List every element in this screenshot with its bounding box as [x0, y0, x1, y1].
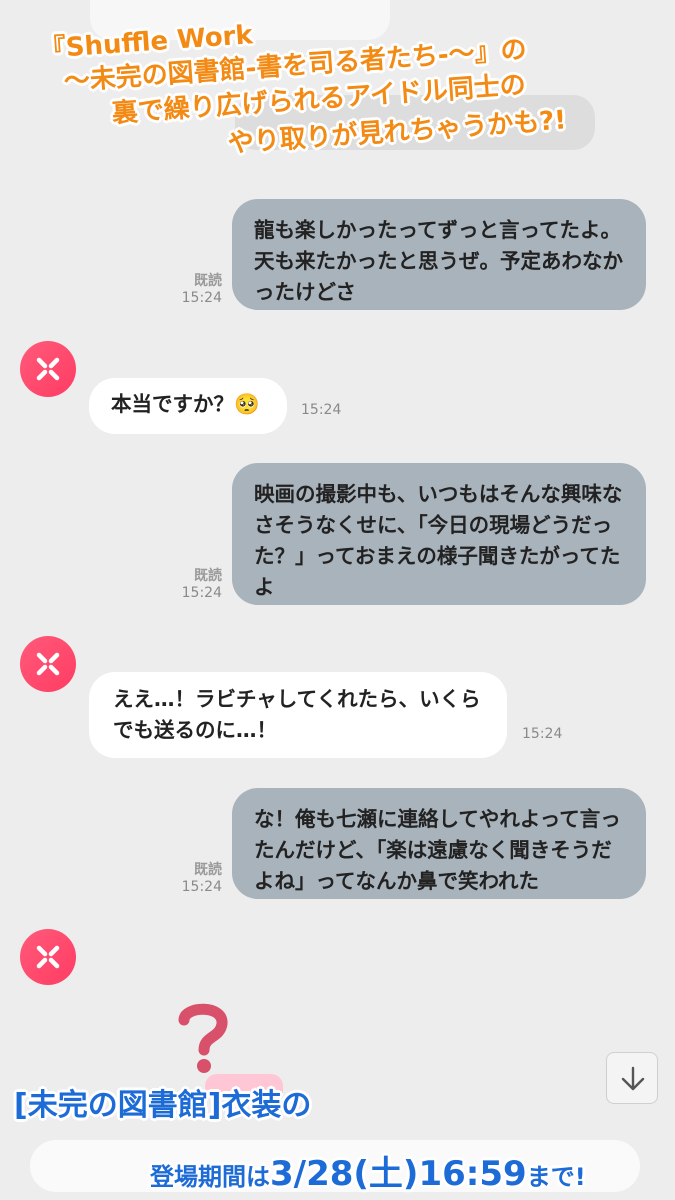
message-text-line: 龍も楽しかったってずっと言ってたよ。 [254, 218, 621, 242]
read-receipt: 既読 [194, 862, 222, 878]
contact-avatar[interactable] [20, 929, 76, 985]
message-meta: 既読 15:24 [172, 568, 222, 602]
read-receipt: 既読 [194, 273, 222, 289]
message-text-line: よね」ってなんか鼻で笑われた [254, 869, 539, 893]
message-text-line: な！俺も七瀬に連絡してやれよって言っ [254, 807, 621, 831]
message-text-line: 本当ですか？🥺 [111, 392, 260, 416]
read-receipt: 既読 [194, 568, 222, 584]
promo-footer-line: [未完の図書館]衣装の [14, 1088, 312, 1123]
sprite-badge-icon [36, 357, 60, 381]
message-time: 15:24 [181, 879, 222, 895]
message-time: 15:24 [301, 402, 342, 418]
message-meta: 既読 15:24 [172, 862, 222, 896]
message-text-line: たんだけど、「楽は遠慮なく聞きそうだ [254, 838, 612, 862]
message-time: 15:24 [181, 290, 222, 306]
outgoing-message-bubble[interactable]: な！俺も七瀬に連絡してやれよって言っ たんだけど、「楽は遠慮なく聞きそうだ よね… [232, 788, 646, 899]
promo-footer-line: 登場期間は3/28(土)16:59まで! [150, 1146, 586, 1195]
message-time: 15:24 [522, 726, 563, 742]
message-text-line: でも送るのに…！ [113, 718, 277, 742]
question-mark-icon [178, 1003, 228, 1073]
scroll-to-bottom-button[interactable] [606, 1052, 658, 1104]
promo-footer-date: 3/28(土)16:59 [270, 1154, 527, 1194]
message-text-line: 天も来たかったと思うぜ。予定あわなか [254, 249, 623, 273]
arrow-down-icon [621, 1066, 645, 1091]
chat-view: 既読 15:24 龍も楽しかったってずっと言ってたよ。 天も来たかったと思うぜ。… [0, 0, 675, 1200]
sprite-badge-icon [36, 945, 60, 969]
message-text-line: ったけどさ [254, 280, 356, 304]
promo-footer-prefix: 登場期間は [150, 1163, 270, 1191]
outgoing-message-bubble[interactable]: 映画の撮影中も、いつもはそんな興味な さそうなくせに、「今日の現場どうだっ た？… [232, 463, 646, 605]
sprite-badge-icon [36, 652, 60, 676]
message-text-line: 映画の撮影中も、いつもはそんな興味な [254, 482, 623, 506]
contact-avatar[interactable] [20, 341, 76, 397]
incoming-message-bubble[interactable]: 本当ですか？🥺 [89, 378, 287, 434]
message-text-line: さそうなくせに、「今日の現場どうだっ [254, 513, 613, 537]
outgoing-message-bubble[interactable]: 龍も楽しかったってずっと言ってたよ。 天も来たかったと思うぜ。予定あわなか った… [232, 199, 646, 310]
incoming-message-bubble[interactable]: ええ…！ラビチャしてくれたら、いくら でも送るのに…！ [89, 672, 507, 758]
promo-footer-suffix: まで! [526, 1163, 586, 1191]
contact-avatar[interactable] [20, 636, 76, 692]
message-time: 15:24 [181, 585, 222, 601]
message-text-line: た？」っておまえの様子聞きたがってた [254, 544, 621, 568]
message-text-line: ええ…！ラビチャしてくれたら、いくら [113, 687, 481, 711]
message-text-line: よ [254, 575, 275, 599]
message-meta: 既読 15:24 [172, 273, 222, 307]
